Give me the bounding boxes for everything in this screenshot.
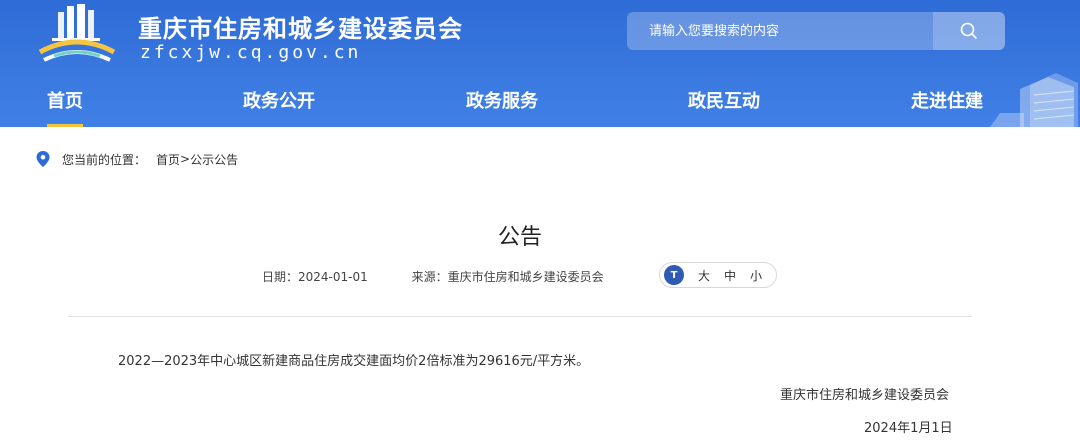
font-size-large-button[interactable]: 大 [698,267,710,284]
article-signature: 重庆市住房和城乡建设委员会 [780,388,950,403]
article-date: 2024-01-01 [298,270,368,284]
nav-item-public-interaction[interactable]: 政民互动 [688,87,760,113]
font-size-medium-button[interactable]: 中 [724,267,736,284]
site-header: 重庆市住房和城乡建设委员会 zfcxjw.cq.gov.cn 首页 政务公开 政… [0,0,1080,127]
breadcrumb: 您当前的位置： 首页 > 公示公告 [36,151,238,167]
search-icon [960,22,978,40]
breadcrumb-home-link[interactable]: 首页 [156,151,180,168]
article-source: 重庆市住房和城乡建设委员会 [447,270,604,284]
site-title[interactable]: 重庆市住房和城乡建设委员会 [138,9,463,44]
location-pin-icon [36,151,50,167]
main-nav: 首页 政务公开 政务服务 政民互动 走进住建 [0,78,1080,127]
divider [68,316,972,317]
nav-item-home[interactable]: 首页 [47,87,83,127]
nav-item-government-affairs[interactable]: 政务公开 [243,87,315,113]
nav-item-government-services[interactable]: 政务服务 [466,87,538,113]
font-size-icon: T [664,265,684,285]
breadcrumb-label: 您当前的位置： [62,152,147,167]
article-sign-date: 2024年1月1日 [864,421,953,436]
article-body: 2022—2023年中心城区新建商品住房成交建面均价2倍标准为29616元/平方… [118,354,590,369]
building-illustration-icon [990,73,1078,127]
site-logo-icon[interactable] [34,4,120,66]
font-size-control: T 大 中 小 [659,262,777,288]
search-box [627,12,1005,50]
breadcrumb-current-link[interactable]: 公示公告 [190,151,238,168]
breadcrumb-separator: > [180,152,191,166]
font-size-small-button[interactable]: 小 [750,267,762,284]
date-label: 日期： [262,270,299,284]
site-domain: zfcxjw.cq.gov.cn [140,42,362,63]
search-button[interactable] [933,12,1005,50]
article-title: 公告 [497,225,542,250]
source-label: 来源： [411,270,448,284]
article-meta: 日期：2024-01-01 来源：重庆市住房和城乡建设委员会 [262,268,604,285]
search-input[interactable] [627,12,933,50]
nav-item-about[interactable]: 走进住建 [911,87,983,113]
